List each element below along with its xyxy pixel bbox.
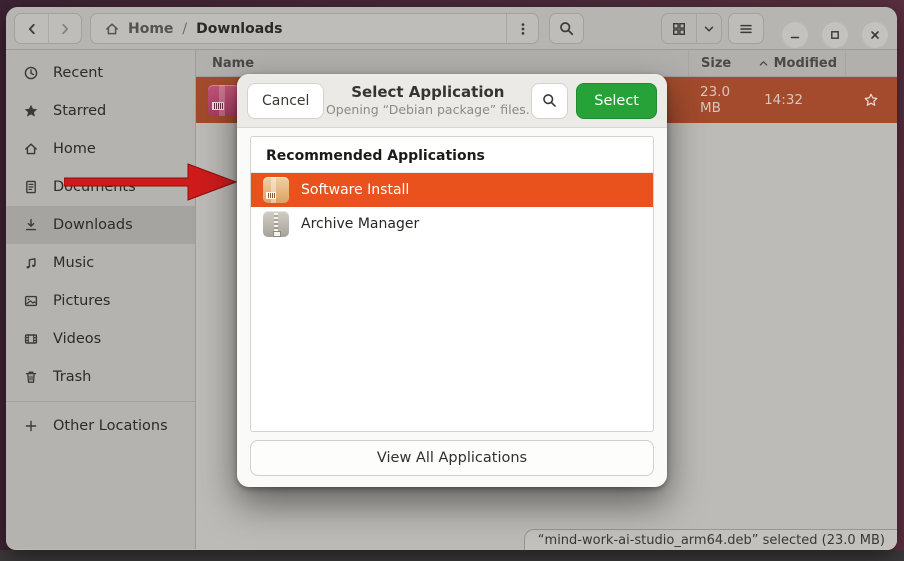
archive-manager-icon [263, 211, 289, 237]
status-bar: “mind-work-ai-studio_arm64.deb” selected… [524, 529, 897, 550]
search-icon [558, 20, 575, 37]
column-header-name[interactable]: Name [196, 50, 688, 76]
application-list: Recommended Applications Software Instal… [250, 136, 654, 432]
music-icon [23, 255, 39, 271]
breadcrumb-home-label: Home [128, 21, 173, 37]
file-modified: 14:32 [752, 92, 845, 108]
cancel-button[interactable]: Cancel [247, 83, 324, 119]
downloads-icon [23, 217, 39, 233]
breadcrumb-separator: / [182, 21, 187, 37]
software-install-icon [263, 177, 289, 203]
status-text: “mind-work-ai-studio_arm64.deb” selected… [538, 533, 885, 548]
search-icon [541, 92, 558, 109]
sidebar-item-label: Pictures [53, 293, 110, 309]
file-size: 23.0 MB [688, 84, 752, 116]
arrow-right-icon [64, 162, 240, 202]
chevron-down-icon [702, 22, 716, 36]
sidebar-item-label: Videos [53, 331, 101, 347]
sidebar-item-label: Recent [53, 65, 103, 81]
location-menu-button[interactable] [507, 14, 538, 43]
history-nav-group [14, 13, 82, 44]
app-row-archive-manager[interactable]: Archive Manager [251, 207, 653, 241]
deb-package-icon [208, 85, 239, 116]
column-header-modified[interactable]: Modified [752, 50, 845, 76]
trash-icon [23, 369, 39, 385]
path-bar: Home / Downloads [90, 13, 539, 44]
sidebar-item-label: Downloads [53, 217, 133, 233]
bottom-desktop-strip [0, 550, 904, 561]
sidebar: Recent Starred Home Documents Downloads [6, 50, 196, 549]
sidebar-item-videos[interactable]: Videos [6, 320, 195, 358]
star-toggle-button[interactable] [845, 92, 897, 108]
grid-view-button[interactable] [662, 14, 696, 43]
sidebar-item-label: Other Locations [53, 418, 168, 434]
chevron-right-icon [57, 21, 73, 37]
headerbar: Home / Downloads [6, 7, 897, 50]
dialog-search-button[interactable] [531, 83, 568, 119]
maximize-icon [828, 28, 842, 42]
app-name: Archive Manager [301, 216, 419, 232]
view-toggle-group [661, 13, 722, 44]
chevron-left-icon [24, 21, 40, 37]
hamburger-menu-icon [738, 21, 754, 37]
dialog-title-block: Select Application Opening “Debian packa… [324, 83, 531, 117]
dialog-header: Cancel Select Application Opening “Debia… [237, 74, 667, 128]
dialog-title: Select Application [324, 83, 531, 102]
recent-icon [23, 65, 39, 81]
sidebar-item-downloads[interactable]: Downloads [6, 206, 195, 244]
sidebar-item-music[interactable]: Music [6, 244, 195, 282]
sidebar-item-starred[interactable]: Starred [6, 92, 195, 130]
minimize-icon [788, 28, 802, 42]
maximize-button[interactable] [822, 22, 848, 48]
pictures-icon [23, 293, 39, 309]
sidebar-item-other-locations[interactable]: Other Locations [6, 407, 195, 445]
documents-icon [23, 179, 39, 195]
home-icon [23, 141, 39, 157]
column-header-modified-label: Modified [774, 56, 837, 71]
sidebar-item-label: Music [53, 255, 94, 271]
breadcrumb-home[interactable]: Home [104, 21, 173, 37]
kebab-menu-icon [515, 21, 531, 37]
red-arrow-annotation [64, 162, 240, 202]
app-row-software-install[interactable]: Software Install [251, 173, 653, 207]
view-options-button[interactable] [696, 14, 721, 43]
minimize-button[interactable] [782, 22, 808, 48]
breadcrumb-current[interactable]: Downloads [196, 21, 282, 37]
recommended-section-title: Recommended Applications [251, 137, 653, 173]
sidebar-item-label: Trash [53, 369, 91, 385]
forward-button[interactable] [48, 14, 81, 43]
home-icon [104, 21, 120, 37]
select-button[interactable]: Select [576, 83, 657, 119]
sidebar-item-label: Home [53, 141, 96, 157]
column-header-size[interactable]: Size [688, 50, 752, 76]
hamburger-menu-button[interactable] [728, 13, 764, 44]
starred-icon [23, 103, 39, 119]
sidebar-item-recent[interactable]: Recent [6, 54, 195, 92]
grid-view-icon [671, 21, 687, 37]
sidebar-item-label: Starred [53, 103, 106, 119]
select-application-dialog: Cancel Select Application Opening “Debia… [237, 74, 667, 487]
back-button[interactable] [15, 14, 48, 43]
sidebar-item-pictures[interactable]: Pictures [6, 282, 195, 320]
app-name: Software Install [301, 182, 409, 198]
videos-icon [23, 331, 39, 347]
sidebar-item-trash[interactable]: Trash [6, 358, 195, 396]
desktop-background: Home / Downloads [0, 0, 904, 561]
close-icon [868, 28, 882, 42]
plus-icon [23, 418, 39, 434]
star-outline-icon [863, 92, 879, 108]
sort-ascending-icon [758, 58, 769, 69]
view-all-applications-button[interactable]: View All Applications [250, 440, 654, 476]
close-button[interactable] [862, 22, 888, 48]
search-button[interactable] [549, 13, 584, 44]
column-header-star [845, 50, 897, 76]
dialog-subtitle: Opening “Debian package” files. [324, 102, 531, 118]
file-list-header: Name Size Modified [196, 50, 897, 77]
sidebar-divider [6, 401, 195, 402]
dialog-body: Recommended Applications Software Instal… [237, 128, 667, 487]
